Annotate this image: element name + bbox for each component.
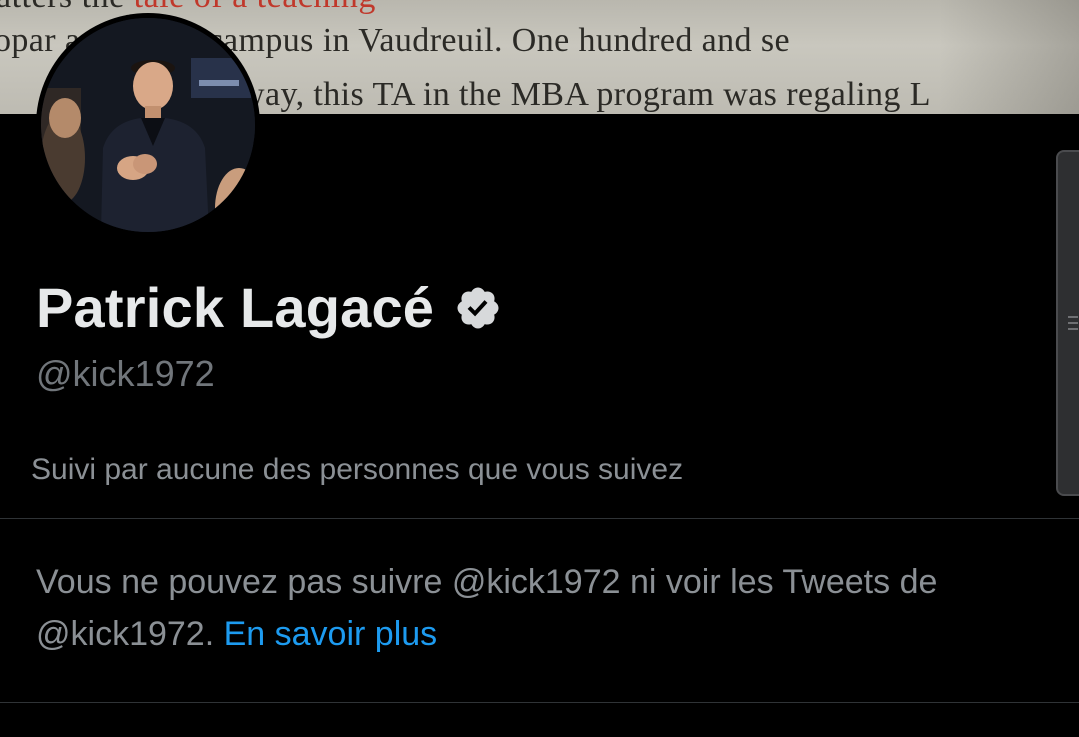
followed-by-text[interactable]: Suivi par aucune des personnes que vous … (31, 450, 683, 490)
scrollbar[interactable] (1056, 150, 1079, 496)
display-name-row: Patrick Lagacé (36, 276, 502, 340)
notice-text: Vous ne pouvez pas suivre @kick1972 ni v… (36, 563, 938, 653)
avatar[interactable] (36, 13, 260, 237)
profile-page: atters the tale of a teaching opar a sat… (0, 0, 1079, 737)
display-name: Patrick Lagacé (36, 276, 435, 339)
learn-more-link[interactable]: En savoir plus (224, 615, 438, 653)
banner-text-line-1: atters the tale of a teaching (0, 0, 376, 16)
protected-account-notice: Vous ne pouvez pas suivre @kick1972 ni v… (36, 556, 1026, 660)
banner-shadow (939, 0, 1079, 114)
scrollbar-grip-icon[interactable] (1068, 316, 1078, 334)
divider (0, 518, 1079, 519)
divider (0, 702, 1079, 703)
user-handle: @kick1972 (36, 353, 215, 394)
avatar-photo (41, 18, 255, 232)
banner-text-line-3: way, this TA in the MBA program was rega… (240, 76, 931, 113)
verified-badge-icon[interactable] (454, 284, 502, 332)
